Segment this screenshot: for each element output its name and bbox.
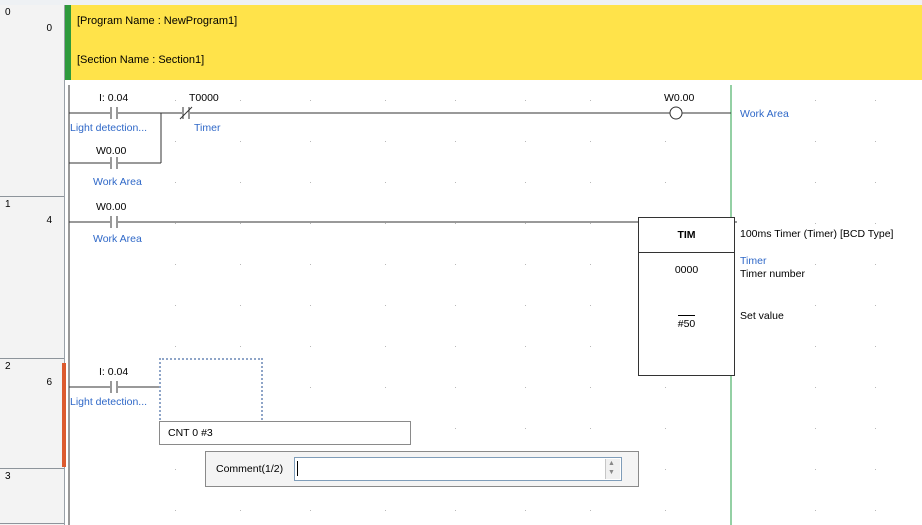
contact-work-area[interactable] (101, 153, 127, 173)
rung-step: 0 (46, 23, 52, 34)
rung-header-3[interactable]: 3 (0, 469, 64, 524)
spin-down-icon[interactable]: ▼ (608, 469, 615, 476)
contact-comment: Work Area (93, 176, 142, 188)
ladder-lines (68, 85, 737, 525)
contact-light-detection[interactable] (101, 103, 127, 123)
instruction-input[interactable]: CNT 0 #3 (159, 421, 411, 445)
contact-timer-nc[interactable] (173, 103, 199, 123)
contact-comment: Light detection... (70, 396, 148, 408)
rung-header-1[interactable]: 1 4 (0, 197, 64, 359)
comment-label: Comment(1/2) (216, 463, 284, 475)
coil-work-area[interactable] (665, 103, 687, 123)
comment-dialog: Comment(1/2) ▲ ▼ (205, 451, 639, 487)
rung-step: 4 (46, 215, 52, 226)
spin-up-icon[interactable]: ▲ (608, 460, 615, 467)
rung-header-0[interactable]: 0 0 (0, 5, 64, 197)
rung-header-2[interactable]: 2 6 (0, 359, 64, 469)
contact-work-area[interactable] (101, 212, 127, 232)
contact-comment: Light detection... (70, 122, 148, 134)
rung-step: 6 (46, 377, 52, 388)
tim-instruction-block[interactable]: TIM 0000 #50 (638, 217, 735, 376)
contact-comment: Work Area (93, 233, 142, 245)
text-caret (297, 461, 298, 476)
comment-input[interactable]: ▲ ▼ (294, 457, 622, 481)
rung-index: 3 (5, 471, 11, 482)
rung-index: 2 (5, 361, 11, 372)
rung-number-panel: 0 0 1 4 2 6 3 (0, 5, 66, 525)
ladder-editor: 0 0 1 4 2 6 3 [Program Name : NewProgram… (0, 0, 922, 525)
set-value-operand[interactable]: #50 (677, 315, 696, 330)
comment-spinner[interactable]: ▲ ▼ (605, 459, 620, 479)
coil-comment: Work Area (740, 108, 789, 120)
timer-number-label: Timer number (740, 268, 805, 280)
instruction-description: 100ms Timer (Timer) [BCD Type] (740, 228, 894, 240)
timer-number-operand[interactable]: 0000 (639, 264, 734, 276)
timer-comment: Timer (740, 255, 767, 267)
contact-light-detection[interactable] (101, 377, 127, 397)
ladder-diagram[interactable]: [Program Name : NewProgram1] [Section Na… (65, 5, 922, 525)
instruction-mnemonic: TIM (639, 218, 734, 253)
instruction-input-text: CNT 0 #3 (168, 427, 213, 439)
contact-comment: Timer (194, 122, 221, 134)
set-value-wrap: #50 (639, 315, 734, 330)
rung-index: 0 (5, 7, 11, 18)
set-value-label: Set value (740, 310, 784, 322)
rung-index: 1 (5, 199, 11, 210)
